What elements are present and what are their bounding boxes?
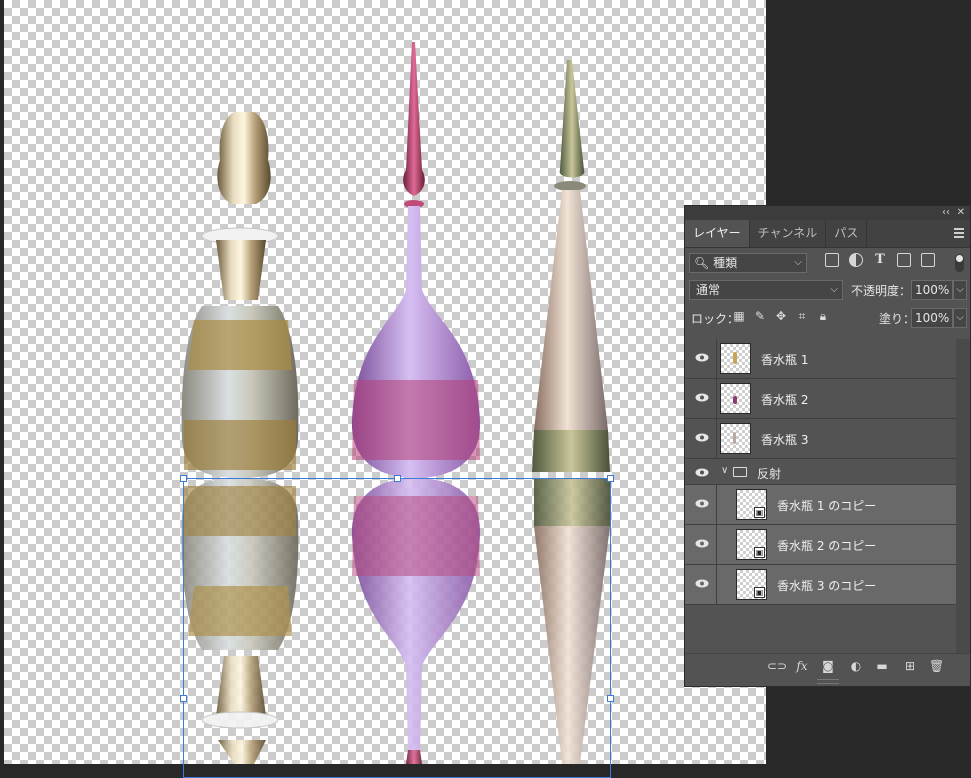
shape-filter-icon[interactable] bbox=[897, 253, 911, 267]
fx-icon[interactable]: fx bbox=[795, 659, 809, 673]
tab-paths[interactable]: パス bbox=[826, 220, 868, 247]
layer-name: 香水瓶 2 bbox=[761, 393, 809, 407]
layers-scrollbar[interactable] bbox=[956, 339, 970, 655]
bottle-1 bbox=[181, 112, 299, 478]
layer-name: 香水瓶 2 のコピー bbox=[777, 539, 877, 553]
blend-mode-value: 通常 bbox=[696, 283, 721, 297]
layer-row[interactable]: ▣ 香水瓶 1 のコピー bbox=[685, 485, 956, 525]
smart-object-icon: ▣ bbox=[754, 547, 765, 558]
adjustment-filter-icon[interactable] bbox=[849, 253, 863, 267]
panel-tabs: レイヤー チャンネル パス bbox=[685, 220, 970, 248]
resize-grip[interactable] bbox=[817, 679, 839, 684]
close-panel-icon[interactable]: ✕ bbox=[957, 206, 965, 220]
transform-bounding-box[interactable] bbox=[180, 475, 614, 778]
layers-list: 香水瓶 1 香水瓶 2 香水瓶 3 ∨ 反射 ▣ 香水瓶 1 のコピー ▣ 香水… bbox=[685, 339, 956, 605]
lock-image-icon[interactable]: ✎ bbox=[754, 310, 766, 322]
tab-layers[interactable]: レイヤー bbox=[685, 220, 750, 247]
chevron-down-icon: ⌵ bbox=[830, 284, 838, 295]
blend-row: 通常 ⌵ 不透明度： 100% ⌵ bbox=[685, 276, 970, 304]
transform-handle-top-right[interactable] bbox=[607, 475, 614, 482]
tab-channels[interactable]: チャンネル bbox=[750, 220, 827, 247]
visibility-eye-icon[interactable] bbox=[695, 499, 709, 508]
visibility-eye-icon[interactable] bbox=[695, 579, 709, 588]
visibility-eye-icon[interactable] bbox=[695, 539, 709, 548]
panel-footer: ⊂⊃ fx ◙ ◐ ▬ ⊞ 🗑︎ bbox=[685, 653, 970, 678]
lock-label: ロック： bbox=[691, 312, 740, 326]
smart-object-icon: ▣ bbox=[754, 507, 765, 518]
mask-icon[interactable]: ◙ bbox=[821, 659, 835, 673]
opacity-label: 不透明度： bbox=[851, 284, 912, 298]
transform-handle-top-left[interactable] bbox=[180, 475, 187, 482]
layer-group-row[interactable]: ∨ 反射 bbox=[685, 459, 956, 485]
lock-all-icon[interactable]: 🔒︎ bbox=[817, 310, 829, 322]
layer-thumbnail: ▣ bbox=[736, 529, 767, 560]
layer-thumbnail bbox=[720, 343, 751, 374]
layer-row[interactable]: 香水瓶 2 bbox=[685, 379, 956, 419]
visibility-eye-icon[interactable] bbox=[695, 468, 709, 477]
fill-label: 塗り： bbox=[879, 312, 916, 326]
layer-thumbnail bbox=[720, 423, 751, 454]
layer-kind-label: 種類 bbox=[713, 256, 738, 270]
transform-handle-top-center[interactable] bbox=[394, 475, 401, 482]
group-name: 反射 bbox=[757, 467, 782, 481]
lock-row: ロック： ▦ ✎ ✥ ⌗ 🔒︎ 塗り： 100% ⌵ bbox=[685, 304, 970, 332]
visibility-eye-icon[interactable] bbox=[695, 353, 709, 362]
folder-icon bbox=[733, 467, 747, 477]
visibility-eye-icon[interactable] bbox=[695, 393, 709, 402]
document-canvas[interactable] bbox=[4, 0, 766, 778]
panel-title-bar: ‹‹ ✕ bbox=[685, 206, 970, 220]
layer-name: 香水瓶 3 のコピー bbox=[777, 579, 877, 593]
layer-thumbnail bbox=[720, 383, 751, 414]
layer-name: 香水瓶 1 のコピー bbox=[777, 499, 877, 513]
bottle-3 bbox=[532, 60, 610, 472]
trash-icon[interactable]: 🗑︎ bbox=[929, 659, 944, 673]
layer-name: 香水瓶 3 bbox=[761, 433, 809, 447]
layer-name: 香水瓶 1 bbox=[761, 353, 809, 367]
new-group-icon[interactable]: ▬ bbox=[875, 659, 889, 673]
transform-handle-right[interactable] bbox=[607, 695, 614, 702]
smart-object-filter-icon[interactable] bbox=[921, 253, 935, 267]
layer-row[interactable]: 香水瓶 3 bbox=[685, 419, 956, 459]
fill-input[interactable]: 100% bbox=[911, 308, 953, 328]
panel-menu-icon[interactable] bbox=[954, 228, 964, 240]
lock-artboard-icon[interactable]: ⌗ bbox=[796, 310, 808, 322]
new-layer-icon[interactable]: ⊞ bbox=[903, 659, 917, 673]
filter-row: 🔍︎ 種類 ⌵ T bbox=[685, 248, 970, 276]
image-filter-icon[interactable] bbox=[825, 253, 839, 267]
transform-handle-left[interactable] bbox=[180, 695, 187, 702]
layer-thumbnail: ▣ bbox=[736, 489, 767, 520]
bottle-2 bbox=[351, 42, 481, 478]
fill-dropdown-button[interactable]: ⌵ bbox=[953, 308, 967, 328]
layer-row[interactable]: ▣ 香水瓶 3 のコピー bbox=[685, 565, 956, 605]
layer-row[interactable]: 香水瓶 1 bbox=[685, 339, 956, 379]
collapse-panel-icon[interactable]: ‹‹ bbox=[942, 206, 950, 220]
search-icon: 🔍︎ bbox=[694, 256, 710, 270]
link-icon[interactable]: ⊂⊃ bbox=[767, 659, 787, 673]
filter-toggle-switch[interactable] bbox=[955, 254, 964, 272]
adjustment-layer-icon[interactable]: ◐ bbox=[849, 659, 863, 673]
layer-row[interactable]: ▣ 香水瓶 2 のコピー bbox=[685, 525, 956, 565]
layers-panel: ‹‹ ✕ レイヤー チャンネル パス 🔍︎ 種類 ⌵ T 通常 ⌵ 不透明度： … bbox=[684, 205, 971, 687]
lock-position-icon[interactable]: ✥ bbox=[775, 310, 787, 322]
blend-mode-select[interactable]: 通常 ⌵ bbox=[689, 280, 843, 300]
layer-thumbnail: ▣ bbox=[736, 569, 767, 600]
chevron-down-icon: ⌵ bbox=[794, 257, 802, 268]
opacity-input[interactable]: 100% bbox=[911, 280, 953, 300]
visibility-eye-icon[interactable] bbox=[695, 433, 709, 442]
type-filter-icon[interactable]: T bbox=[873, 253, 887, 267]
chevron-down-icon[interactable]: ∨ bbox=[721, 465, 728, 476]
layer-kind-filter[interactable]: 🔍︎ 種類 ⌵ bbox=[689, 253, 807, 273]
lock-transparent-icon[interactable]: ▦ bbox=[733, 310, 745, 322]
opacity-dropdown-button[interactable]: ⌵ bbox=[953, 280, 967, 300]
smart-object-icon: ▣ bbox=[754, 587, 765, 598]
